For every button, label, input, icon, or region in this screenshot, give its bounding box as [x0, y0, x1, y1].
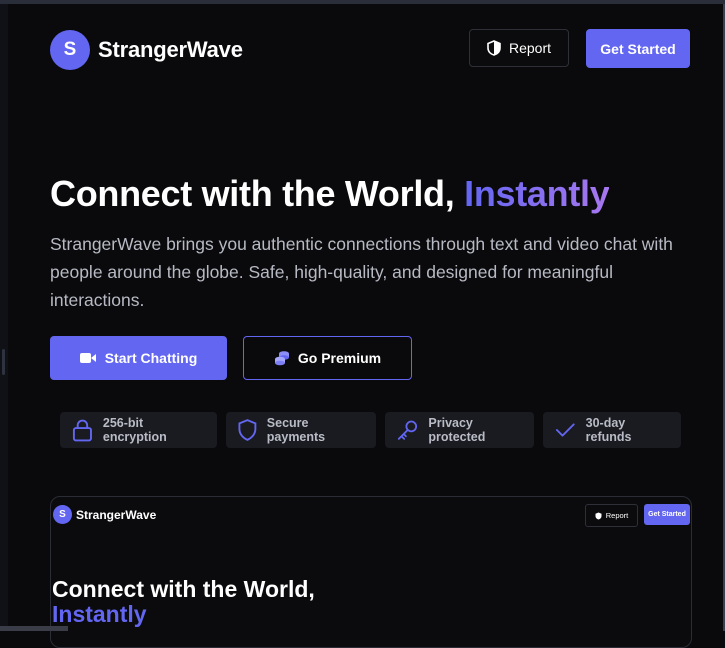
feature-encryption: 256-bit encryption: [60, 412, 217, 448]
preview-logo-badge: S: [53, 505, 72, 524]
shield-icon: [238, 419, 257, 441]
hero-title-main: Connect with the World,: [50, 173, 465, 214]
horizontal-scrollbar[interactable]: [0, 626, 68, 631]
feature-privacy: Privacy protected: [385, 412, 534, 448]
site-preview-frame: S StrangerWave Report Get Started Connec…: [50, 496, 692, 648]
video-camera-icon: [79, 353, 96, 363]
hero-title: Connect with the World, Instantly: [50, 173, 610, 215]
brand-name: StrangerWave: [98, 37, 243, 62]
preview-title-accent: Instantly: [52, 601, 147, 627]
start-chatting-button[interactable]: Start Chatting: [50, 336, 227, 380]
preview-brand-name: StrangerWave: [76, 507, 157, 522]
feature-payments: Secure payments: [226, 412, 376, 448]
preview-report-label: Report: [605, 511, 629, 520]
hero-title-accent: Instantly: [464, 173, 610, 214]
check-icon: [555, 423, 575, 437]
trust-badges: 256-bit encryption Secure payments Priva…: [60, 412, 681, 448]
preview-get-started-button: Get Started: [644, 504, 690, 525]
preview-brand-logo: S StrangerWave: [53, 505, 156, 524]
hero-description: StrangerWave brings you authentic connec…: [50, 234, 673, 310]
feature-label: 30-day refunds: [585, 416, 632, 444]
logo-badge: S: [50, 30, 90, 70]
key-icon: [397, 420, 418, 440]
resize-handle[interactable]: [2, 349, 5, 375]
left-panel-edge: [0, 4, 8, 631]
go-premium-label: Go Premium: [297, 350, 382, 366]
shield-icon: [487, 40, 501, 56]
feature-label: Secure payments: [266, 416, 326, 444]
shield-icon: [595, 512, 602, 519]
preview-hero-title: Connect with the World, Instantly: [52, 577, 315, 627]
report-button[interactable]: Report: [469, 29, 569, 67]
coins-icon: [274, 351, 289, 366]
feature-label: 256-bit encryption: [102, 416, 167, 444]
preview-title-main: Connect with the World,: [52, 576, 315, 602]
lock-icon: [72, 419, 92, 442]
window-top-border: [0, 0, 725, 4]
feature-refunds: 30-day refunds: [543, 412, 681, 448]
start-chatting-label: Start Chatting: [104, 350, 198, 366]
get-started-button[interactable]: Get Started: [586, 29, 690, 68]
report-label: Report: [508, 40, 552, 56]
go-premium-button[interactable]: Go Premium: [243, 336, 412, 380]
feature-label: Privacy protected: [428, 416, 486, 444]
preview-report-button: Report: [585, 504, 638, 527]
brand-logo[interactable]: S StrangerWave: [50, 30, 243, 70]
